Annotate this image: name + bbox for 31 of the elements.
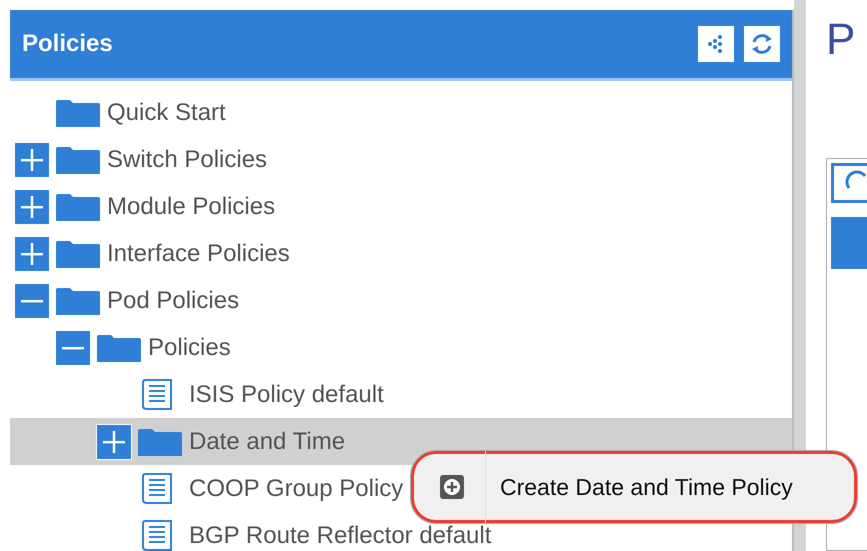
tree-item[interactable]: Quick Start — [10, 89, 792, 136]
tree-item-label: Quick Start — [107, 98, 226, 126]
table-header — [831, 217, 867, 269]
panel-title: Policies — [22, 30, 113, 58]
expand-toggle-icon[interactable] — [56, 330, 90, 364]
tree-item-label: Policies — [148, 334, 231, 362]
topology-button[interactable] — [698, 26, 734, 62]
tree-item[interactable]: ISIS Policy default — [10, 371, 792, 418]
tree-item[interactable]: Module Policies — [10, 183, 792, 230]
tree-item-label: ISIS Policy default — [189, 380, 384, 408]
tree-item[interactable]: Switch Policies — [10, 136, 792, 183]
tree-item-label: BGP Route Reflector default — [189, 522, 492, 550]
tree-item-label: COOP Group Policy — [189, 474, 404, 502]
tree-item-label: Interface Policies — [107, 240, 290, 268]
tree-item-label: Date and Time — [189, 428, 346, 456]
tree-item-label: Module Policies — [107, 192, 276, 220]
expand-toggle-icon[interactable] — [15, 190, 49, 224]
expand-toggle-icon[interactable] — [15, 284, 49, 318]
expand-toggle-icon[interactable] — [97, 424, 131, 458]
tree-item[interactable]: Interface Policies — [10, 230, 792, 277]
pane-title: P — [826, 18, 856, 66]
add-icon — [439, 474, 465, 500]
tree-item[interactable]: Policies — [10, 324, 792, 371]
tree-item[interactable]: Pod Policies — [10, 277, 792, 324]
tree-item-label: Switch Policies — [107, 146, 268, 174]
refresh-button[interactable] — [831, 163, 867, 203]
expand-toggle-icon[interactable] — [15, 236, 49, 270]
refresh-button[interactable] — [744, 26, 780, 62]
tree-item-label: Pod Policies — [107, 286, 240, 314]
menu-item-label: Create Date and Time Policy — [499, 474, 793, 500]
expand-toggle-icon[interactable] — [15, 142, 49, 176]
